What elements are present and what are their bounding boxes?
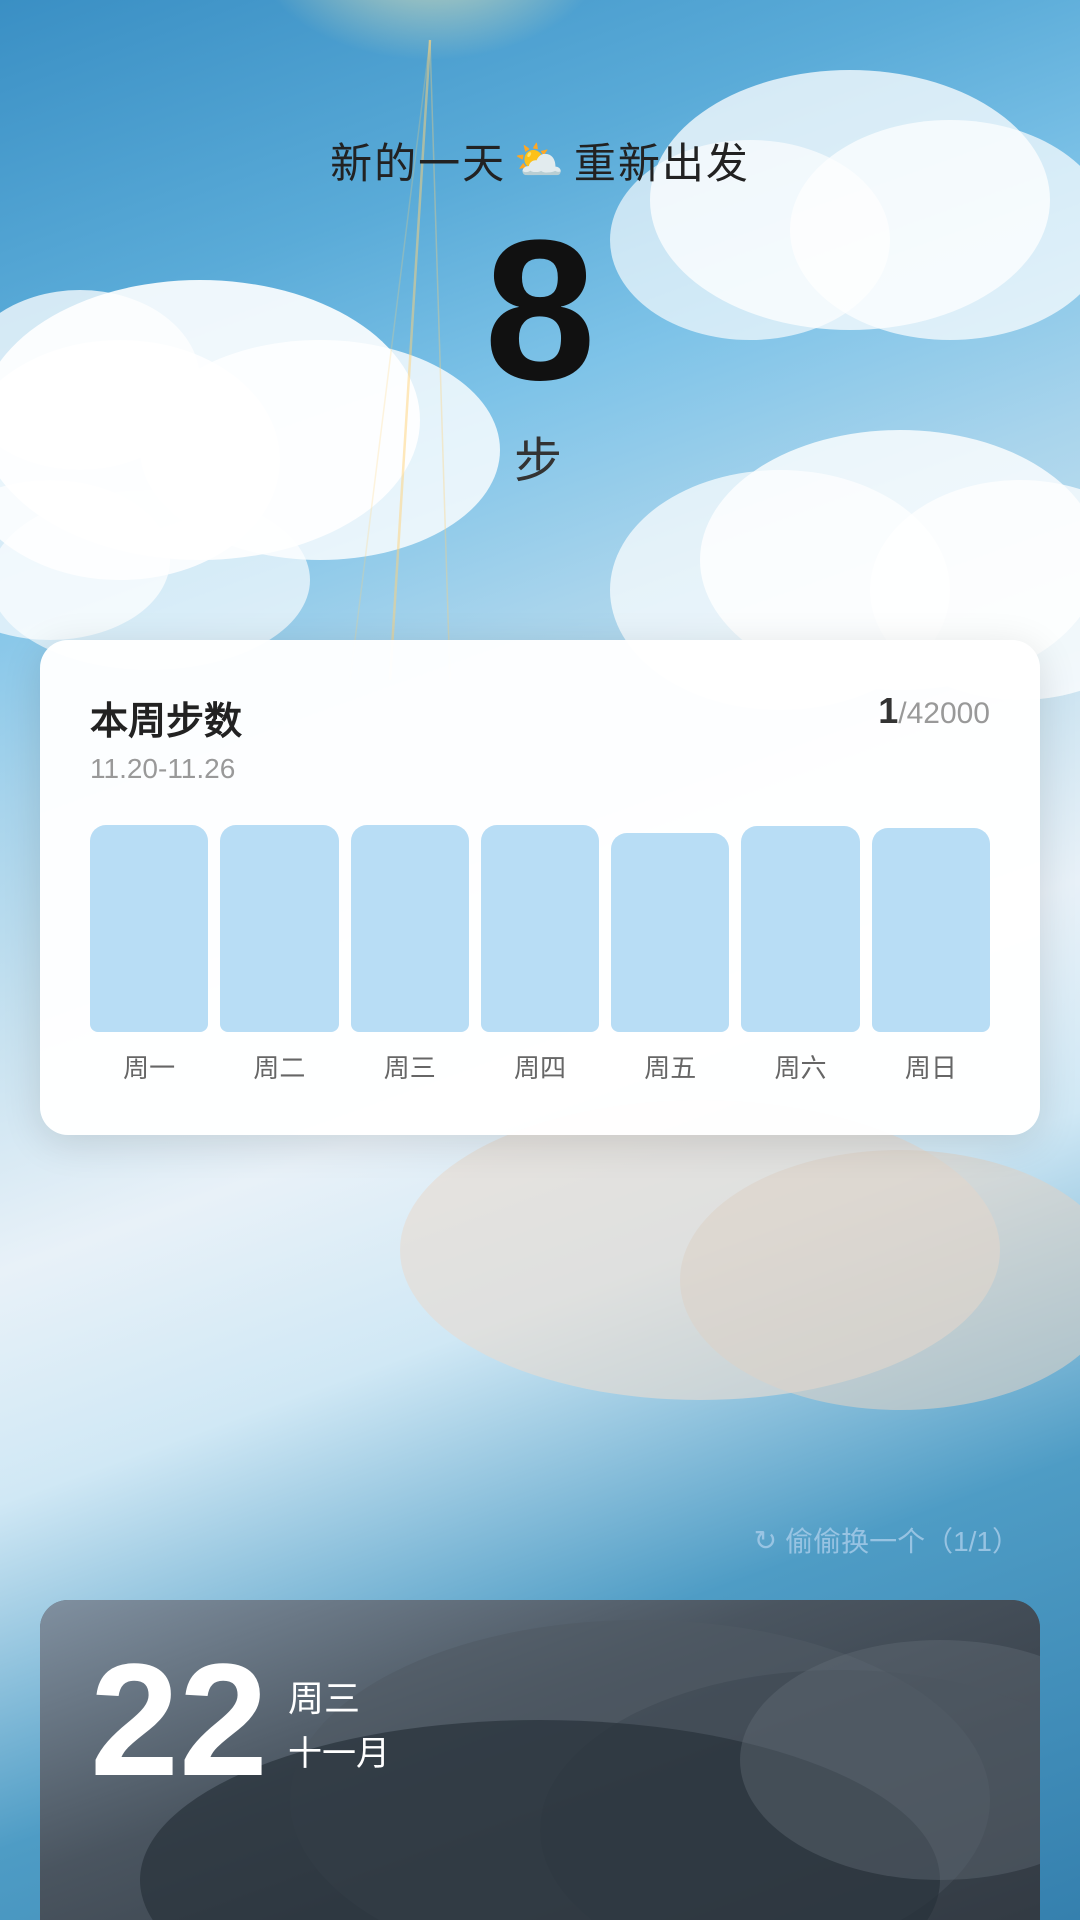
card-date-range: 11.20-11.26 — [90, 753, 990, 785]
bar-day-label: 周四 — [514, 1048, 566, 1085]
bar — [481, 825, 599, 1032]
bar-chart: 周一 周二 周三 周四 周五 周六 周日 — [90, 825, 990, 1085]
bar-group: 周二 — [220, 825, 338, 1085]
bar-group: 周日 — [872, 825, 990, 1085]
cloud-emoji: ⛅ — [514, 137, 566, 184]
bar-group: 周一 — [90, 825, 208, 1085]
refresh-icon: ↻ — [754, 1524, 777, 1557]
bar-day-label: 周六 — [775, 1048, 827, 1085]
bar — [351, 825, 469, 1032]
bar — [872, 828, 990, 1032]
bottom-date-card: 22 周三 十一月 — [40, 1600, 1040, 1920]
tagline: 新的一天 ⛅ 重新出发 — [330, 130, 750, 191]
bottom-day-number: 22 — [90, 1640, 268, 1800]
bar-group: 周三 — [351, 825, 469, 1085]
bottom-month: 十一月 — [288, 1726, 390, 1775]
refresh-label: 偷偷换一个（1/1） — [785, 1520, 1020, 1560]
tagline-prefix: 新的一天 — [330, 130, 506, 191]
tagline-suffix: 重新出发 — [574, 130, 750, 191]
card-header: 本周步数 1/42000 — [90, 690, 990, 745]
bar — [611, 833, 729, 1033]
bar-day-label: 周一 — [123, 1048, 175, 1085]
bottom-weekday: 周三 — [288, 1670, 390, 1722]
bottom-date-area: 22 周三 十一月 — [90, 1640, 390, 1800]
step-unit-label: 步 — [514, 421, 566, 491]
bar-group: 周五 — [611, 825, 729, 1085]
bar-day-label: 周五 — [644, 1048, 696, 1085]
top-content-area: 新的一天 ⛅ 重新出发 8 步 — [0, 0, 1080, 491]
bar — [220, 825, 338, 1032]
bar — [90, 825, 208, 1032]
card-step-count: 1/42000 — [878, 690, 990, 732]
current-steps: 1 — [878, 690, 898, 731]
card-title: 本周步数 — [90, 690, 242, 745]
bar-day-label: 周日 — [905, 1048, 957, 1085]
bar-group: 周六 — [741, 825, 859, 1085]
bar-group: 周四 — [481, 825, 599, 1085]
step-count-display: 8 — [484, 211, 595, 411]
bar — [741, 826, 859, 1032]
bar-day-label: 周二 — [253, 1048, 305, 1085]
weekly-steps-card-container: 本周步数 1/42000 11.20-11.26 周一 周二 周三 周四 周五 周六 周日 — [40, 640, 1040, 1135]
total-steps: /42000 — [898, 697, 990, 730]
bottom-day-info: 周三 十一月 — [288, 1640, 390, 1775]
bar-day-label: 周三 — [384, 1048, 436, 1085]
refresh-hint[interactable]: ↻ 偷偷换一个（1/1） — [754, 1520, 1020, 1560]
weekly-steps-card: 本周步数 1/42000 11.20-11.26 周一 周二 周三 周四 周五 周六 周日 — [40, 640, 1040, 1135]
